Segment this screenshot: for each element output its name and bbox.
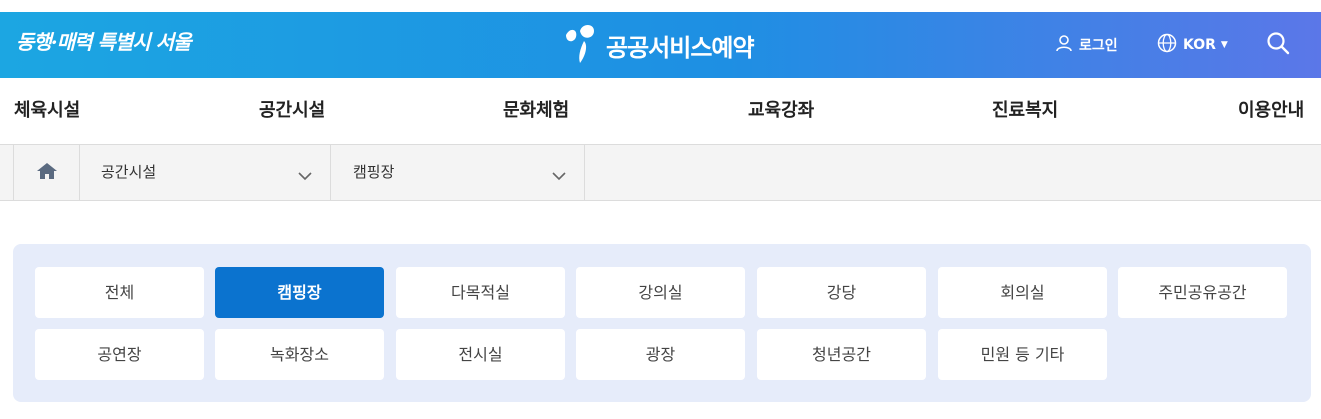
tab-multipurpose-room[interactable]: 다목적실: [396, 267, 565, 318]
nav-medical-welfare[interactable]: 진료복지: [992, 78, 1058, 144]
brand-logo[interactable]: 공공서비스예약: [560, 21, 755, 69]
tab-recording-location[interactable]: 녹화장소: [215, 329, 384, 380]
subcategory-value: 캠핑장: [353, 163, 395, 181]
tab-auditorium[interactable]: 강당: [757, 267, 926, 318]
user-icon: [1055, 34, 1073, 56]
tab-youth-space[interactable]: 청년공간: [757, 329, 926, 380]
tab-performance-hall[interactable]: 공연장: [35, 329, 204, 380]
nav-usage-guide[interactable]: 이용안내: [1238, 78, 1304, 144]
tab-camping[interactable]: 캠핑장: [215, 267, 384, 318]
home-icon: [36, 162, 58, 184]
subcategory-dropdown[interactable]: 캠핑장: [331, 145, 585, 200]
search-icon: [1266, 31, 1290, 59]
login-link[interactable]: 로그인: [1055, 12, 1118, 78]
category-tab-panel: 전체 캠핑장 다목적실 강의실 강당 회의실 주민공유공간 공연장 녹화장소 전…: [13, 244, 1311, 402]
home-button[interactable]: [13, 145, 80, 200]
language-selector[interactable]: KOR ▼: [1157, 12, 1228, 78]
chevron-down-icon: [552, 166, 566, 185]
breadcrumb: 공간시설 캠핑장: [0, 145, 1321, 201]
category-dropdown[interactable]: 공간시설: [79, 145, 331, 200]
seoul-city-logo[interactable]: 동행·매력 특별시 서울: [16, 26, 191, 55]
search-button[interactable]: [1266, 12, 1290, 78]
tab-exhibition-room[interactable]: 전시실: [396, 329, 565, 380]
tab-all[interactable]: 전체: [35, 267, 204, 318]
main-navigation: 체육시설 공간시설 문화체험 교육강좌 진료복지 이용안내: [0, 78, 1321, 145]
tab-lecture-room[interactable]: 강의실: [576, 267, 745, 318]
chevron-down-icon: [298, 166, 312, 185]
language-label: KOR: [1183, 37, 1216, 53]
category-value: 공간시설: [101, 163, 157, 181]
nav-sports-facilities[interactable]: 체육시설: [14, 78, 80, 144]
nav-space-facilities[interactable]: 공간시설: [259, 78, 325, 144]
login-label: 로그인: [1079, 38, 1118, 54]
tab-resident-shared-space[interactable]: 주민공유공간: [1118, 267, 1287, 318]
tab-civil-other[interactable]: 민원 등 기타: [938, 329, 1107, 380]
caret-down-icon: ▼: [1220, 40, 1228, 50]
nav-culture-experience[interactable]: 문화체험: [503, 78, 569, 144]
tab-meeting-room[interactable]: 회의실: [938, 267, 1107, 318]
nav-education-courses[interactable]: 교육강좌: [748, 78, 814, 144]
top-header: 동행·매력 특별시 서울 공공서비스예약 로그인 KOR ▼: [0, 12, 1321, 78]
tab-plaza[interactable]: 광장: [576, 329, 745, 380]
sprout-person-icon: [560, 21, 598, 69]
globe-icon: [1157, 33, 1177, 57]
brand-title: 공공서비스예약: [606, 33, 755, 62]
